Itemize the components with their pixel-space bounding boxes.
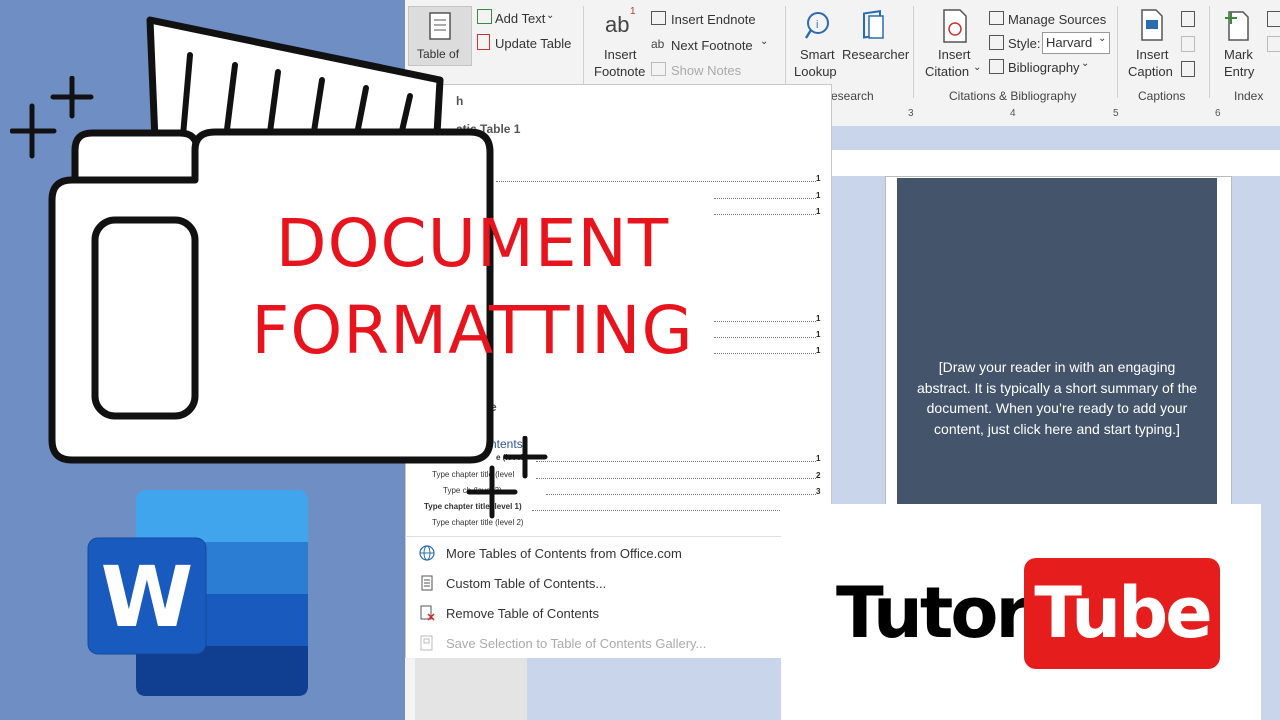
ruler-number: 6 bbox=[1215, 108, 1221, 119]
captions-group-label: Captions bbox=[1138, 89, 1186, 103]
insert-caption-label-2[interactable]: Caption bbox=[1128, 64, 1173, 79]
toc-page-number: 1 bbox=[816, 454, 821, 463]
tutortube-logo-tube: Tube bbox=[1034, 572, 1212, 654]
title-line-2: FORMATTING bbox=[251, 292, 694, 369]
remove-toc-menu-item[interactable]: Remove Table of Contents bbox=[446, 606, 599, 621]
toc-page-number: 2 bbox=[816, 471, 821, 480]
toc-page-number: 1 bbox=[816, 191, 821, 200]
bibliography-icon bbox=[989, 59, 1004, 74]
search-icon: i bbox=[804, 12, 829, 39]
mark-entry-label-2[interactable]: Entry bbox=[1224, 64, 1254, 79]
page-header-strip bbox=[830, 150, 1280, 176]
abstract-placeholder[interactable]: [Draw your reader in with an engaging ab… bbox=[912, 357, 1202, 439]
insert-caption-icon bbox=[1141, 9, 1163, 41]
smart-lookup-label-2[interactable]: Lookup bbox=[794, 64, 837, 79]
chevron-down-icon: ⌄ bbox=[1098, 33, 1107, 44]
insert-citation-label-1[interactable]: Insert bbox=[938, 47, 971, 62]
researcher-button[interactable]: Researcher bbox=[842, 47, 909, 62]
chevron-down-icon: ⌄ bbox=[1081, 58, 1090, 69]
toc-dropdown-menu: More Tables of Contents from Office.com … bbox=[405, 536, 783, 660]
style-select-value: Harvard bbox=[1046, 35, 1093, 50]
bibliography-button[interactable]: Bibliography bbox=[1008, 60, 1080, 75]
svg-text:i: i bbox=[816, 19, 818, 31]
sparkle-icon bbox=[10, 76, 94, 159]
index-group-label: Index bbox=[1234, 89, 1264, 103]
toc-page-number: 1 bbox=[816, 346, 821, 355]
update-index-icon bbox=[1267, 36, 1280, 52]
custom-toc-menu-item[interactable]: Custom Table of Contents... bbox=[446, 576, 606, 591]
insert-index-icon bbox=[1267, 11, 1280, 27]
toc-preview-line bbox=[714, 198, 816, 199]
toc-page-number: 1 bbox=[816, 174, 821, 183]
cover-abstract-block[interactable] bbox=[897, 178, 1217, 506]
document-icon bbox=[421, 575, 433, 591]
style-label: Style: bbox=[1008, 36, 1041, 51]
toc-preview-line bbox=[546, 494, 816, 495]
toc-page-number: 1 bbox=[816, 330, 821, 339]
vertical-ruler[interactable] bbox=[405, 658, 415, 720]
ruler-number: 5 bbox=[1113, 108, 1119, 119]
title-line-1: DOCUMENT bbox=[275, 205, 670, 282]
toc-preview-line bbox=[532, 510, 782, 511]
researcher-icon bbox=[863, 10, 884, 39]
insert-citation-icon bbox=[943, 9, 967, 43]
more-tables-menu-item[interactable]: More Tables of Contents from Office.com bbox=[446, 546, 682, 561]
horizontal-ruler[interactable]: 3 4 5 6 bbox=[830, 104, 1280, 127]
citations-group-label: Citations & Bibliography bbox=[949, 89, 1077, 103]
research-group-label: esearch bbox=[831, 89, 874, 103]
chevron-down-icon: ⌄ bbox=[973, 62, 982, 73]
group-divider bbox=[913, 6, 914, 98]
manage-sources-icon bbox=[989, 11, 1004, 25]
mark-entry-icon bbox=[1225, 11, 1249, 41]
cross-reference-icon bbox=[1181, 61, 1195, 77]
sparkle-icon bbox=[466, 436, 548, 519]
ruler-number: 4 bbox=[1010, 108, 1016, 119]
insert-table-of-figures-icon bbox=[1181, 11, 1195, 27]
toc-page-number: 1 bbox=[816, 314, 821, 323]
word-logo-letter: W bbox=[101, 548, 194, 646]
save-icon bbox=[420, 635, 433, 651]
document-canvas-lower bbox=[527, 658, 781, 720]
smart-lookup-label-1[interactable]: Smart bbox=[800, 47, 835, 62]
group-divider bbox=[1117, 6, 1118, 98]
style-icon bbox=[989, 35, 1004, 50]
toc-page-number: 3 bbox=[816, 487, 821, 496]
globe-icon bbox=[419, 545, 435, 561]
tutortube-logo-tutor: Tutor bbox=[836, 572, 1030, 654]
save-selection-menu-item: Save Selection to Table of Contents Gall… bbox=[446, 636, 707, 651]
word-logo-icon: W bbox=[87, 490, 308, 696]
insert-caption-label-1[interactable]: Insert bbox=[1136, 47, 1169, 62]
style-select[interactable]: Harvard ⌄ bbox=[1042, 32, 1110, 54]
remove-toc-icon bbox=[420, 605, 435, 621]
chevron-down-icon: ⌄ bbox=[760, 36, 769, 47]
group-divider bbox=[1209, 6, 1210, 98]
toc-page-number: 1 bbox=[816, 207, 821, 216]
insert-citation-label-2[interactable]: Citation bbox=[925, 64, 969, 79]
ruler-number: 3 bbox=[908, 108, 914, 119]
update-figures-icon bbox=[1181, 36, 1195, 52]
mark-entry-label-1[interactable]: Mark bbox=[1224, 47, 1253, 62]
manage-sources-button[interactable]: Manage Sources bbox=[1008, 12, 1106, 27]
